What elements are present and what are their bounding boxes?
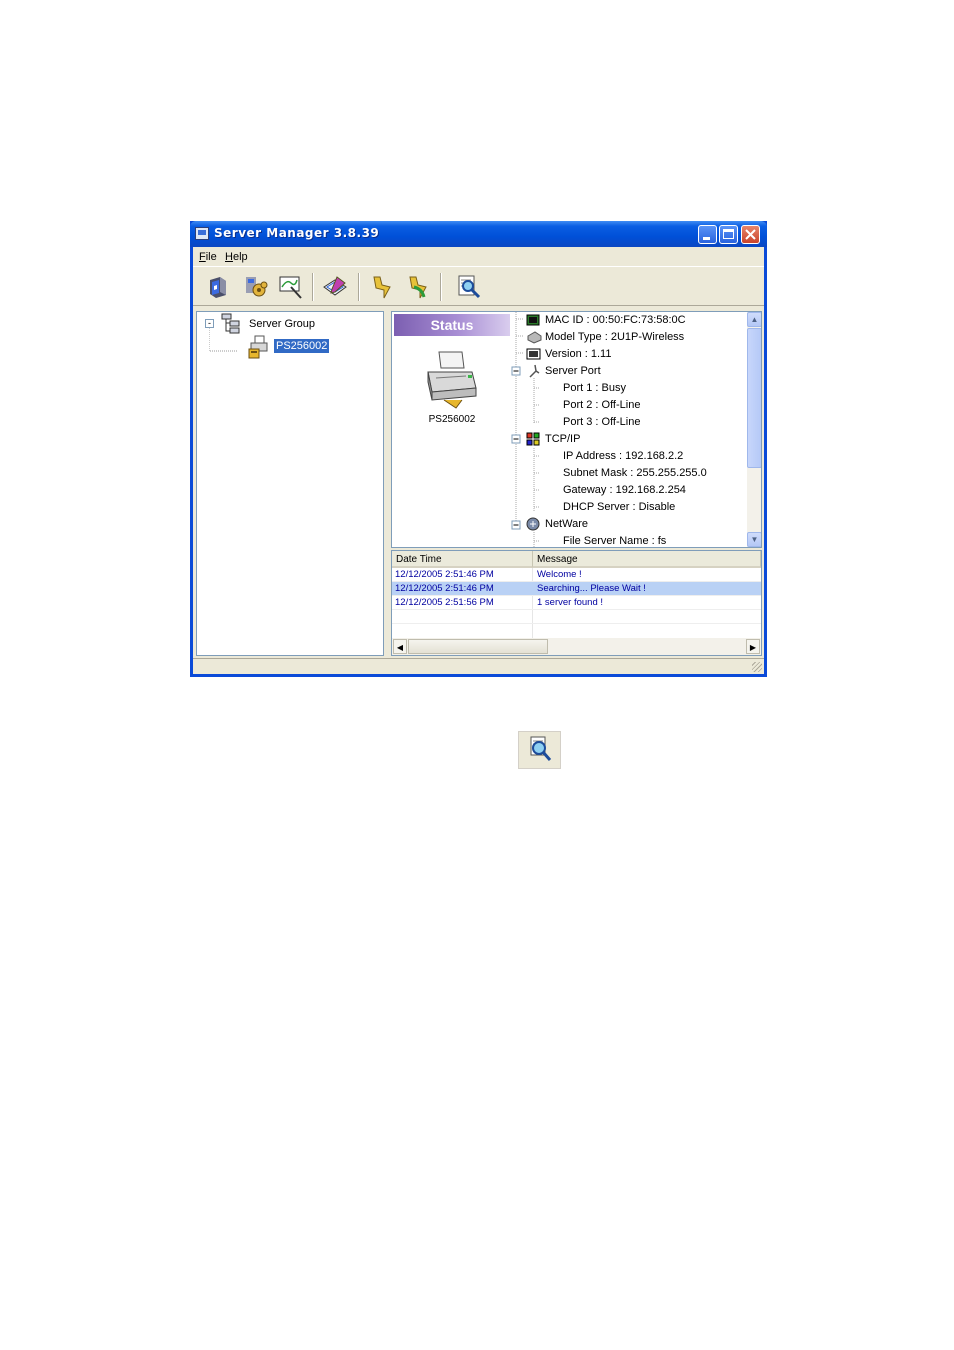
port-3-status: Port 3 : Off-Line [563, 416, 641, 428]
log-message: Welcome ! [537, 569, 582, 580]
server-tree: - Server Group PS256002 [196, 311, 384, 656]
log-row[interactable]: 12/12/2005 2:51:46 PM Searching... Pleas… [392, 582, 761, 596]
mac-id: MAC ID : 00:50:FC:73:58:0C [545, 314, 686, 326]
log-time: 12/12/2005 2:51:56 PM [395, 597, 494, 608]
toolbar-separator [358, 273, 360, 301]
tree-root-label[interactable]: Server Group [249, 318, 315, 330]
window-title: Server Manager 3.8.39 [214, 226, 380, 240]
scroll-right-icon[interactable]: ▶ [746, 639, 760, 654]
menu-file[interactable]: File [199, 251, 217, 263]
scroll-left-icon[interactable]: ◀ [393, 639, 407, 654]
chip-icon [526, 314, 540, 326]
tree-collapse-toggle[interactable]: - [205, 319, 214, 328]
scroll-up-icon[interactable]: ▲ [747, 312, 761, 327]
status-panel: Status PS256002 MAC ID: 00:50:FC:73:58:… [391, 311, 762, 548]
tree-item-ps256002[interactable]: PS256002 [274, 339, 330, 353]
server-port-node[interactable]: Server Port [545, 365, 601, 377]
scroll-down-icon[interactable]: ▼ [747, 532, 761, 547]
server-icon[interactable] [204, 273, 232, 301]
disconnect-icon[interactable] [404, 273, 432, 301]
tcpip-node[interactable]: TCP/IP [545, 433, 580, 445]
tcpip-icon [526, 432, 540, 446]
model-type: Model Type : 2U1P-Wireless [545, 331, 685, 343]
model-icon [527, 331, 542, 344]
log-message: 1 server found ! [537, 597, 604, 608]
toolbar-separator [440, 273, 442, 301]
status-bar [193, 658, 764, 674]
client-area: File Help - Server Group PS256002 Status… [193, 247, 764, 674]
log-row-empty [392, 610, 761, 624]
app-icon [195, 227, 209, 240]
scroll-thumb[interactable] [408, 639, 548, 654]
log-message: Searching... Please Wait ! [537, 583, 646, 594]
search-icon [518, 731, 561, 769]
status-banner: Status [394, 314, 510, 336]
subnet-mask: Subnet Mask : 255.255.255.0 [563, 467, 707, 479]
log-time: 12/12/2005 2:51:46 PM [395, 583, 494, 594]
server-group-icon [221, 313, 240, 334]
log-row[interactable]: 12/12/2005 2:51:56 PM 1 server found ! [392, 596, 761, 610]
log-horizontal-scrollbar[interactable]: ◀ ▶ [392, 638, 761, 655]
monitor-icon[interactable] [277, 273, 305, 301]
log-row[interactable]: 12/12/2005 2:51:46 PM Welcome ! [392, 568, 761, 582]
netware-node[interactable]: NetWare [545, 518, 588, 530]
title-bar[interactable]: Server Manager 3.8.39 [190, 221, 767, 247]
printer-name: PS256002 [428, 414, 476, 425]
version: Version : 1.11 [545, 348, 612, 360]
toolbar-separator [312, 273, 314, 301]
edit-icon[interactable] [321, 273, 349, 301]
version-icon [526, 348, 541, 360]
maximize-icon [723, 229, 734, 239]
search-icon[interactable] [455, 273, 483, 301]
ip-address: IP Address : 192.168.2.2 [563, 450, 684, 462]
print-server-icon [248, 335, 268, 359]
menu-help[interactable]: Help [225, 251, 248, 263]
gateway: Gateway : 192.168.2.254 [563, 484, 686, 496]
port-1-status: Port 1 : Busy [563, 382, 626, 394]
minimize-icon [703, 237, 710, 240]
resize-grip[interactable] [752, 662, 762, 672]
port-2-status: Port 2 : Off-Line [563, 399, 641, 411]
netware-icon [526, 517, 540, 531]
minimize-button[interactable] [698, 225, 717, 244]
port-icon [529, 364, 540, 378]
connect-icon[interactable] [368, 273, 396, 301]
toolbar [193, 266, 764, 306]
settings-gear-icon[interactable] [242, 273, 270, 301]
log-time: 12/12/2005 2:51:46 PM [395, 569, 494, 580]
column-header-message[interactable]: Message [533, 551, 761, 568]
message-log: Date Time Message 12/12/2005 2:51:46 PM … [391, 550, 762, 656]
close-button[interactable] [741, 225, 760, 244]
scroll-thumb[interactable] [747, 328, 761, 468]
printer-icon [427, 351, 477, 409]
server-manager-window: Server Manager 3.8.39 File Help - Server… [190, 221, 767, 677]
menu-bar: File Help [193, 247, 764, 265]
maximize-button[interactable] [719, 225, 738, 244]
file-server-name: File Server Name : fs [563, 535, 667, 547]
column-header-datetime[interactable]: Date Time [392, 551, 533, 568]
dhcp-server: DHCP Server : Disable [563, 501, 676, 513]
status-vertical-scrollbar[interactable]: ▲ ▼ [747, 312, 761, 547]
close-icon [745, 229, 756, 240]
